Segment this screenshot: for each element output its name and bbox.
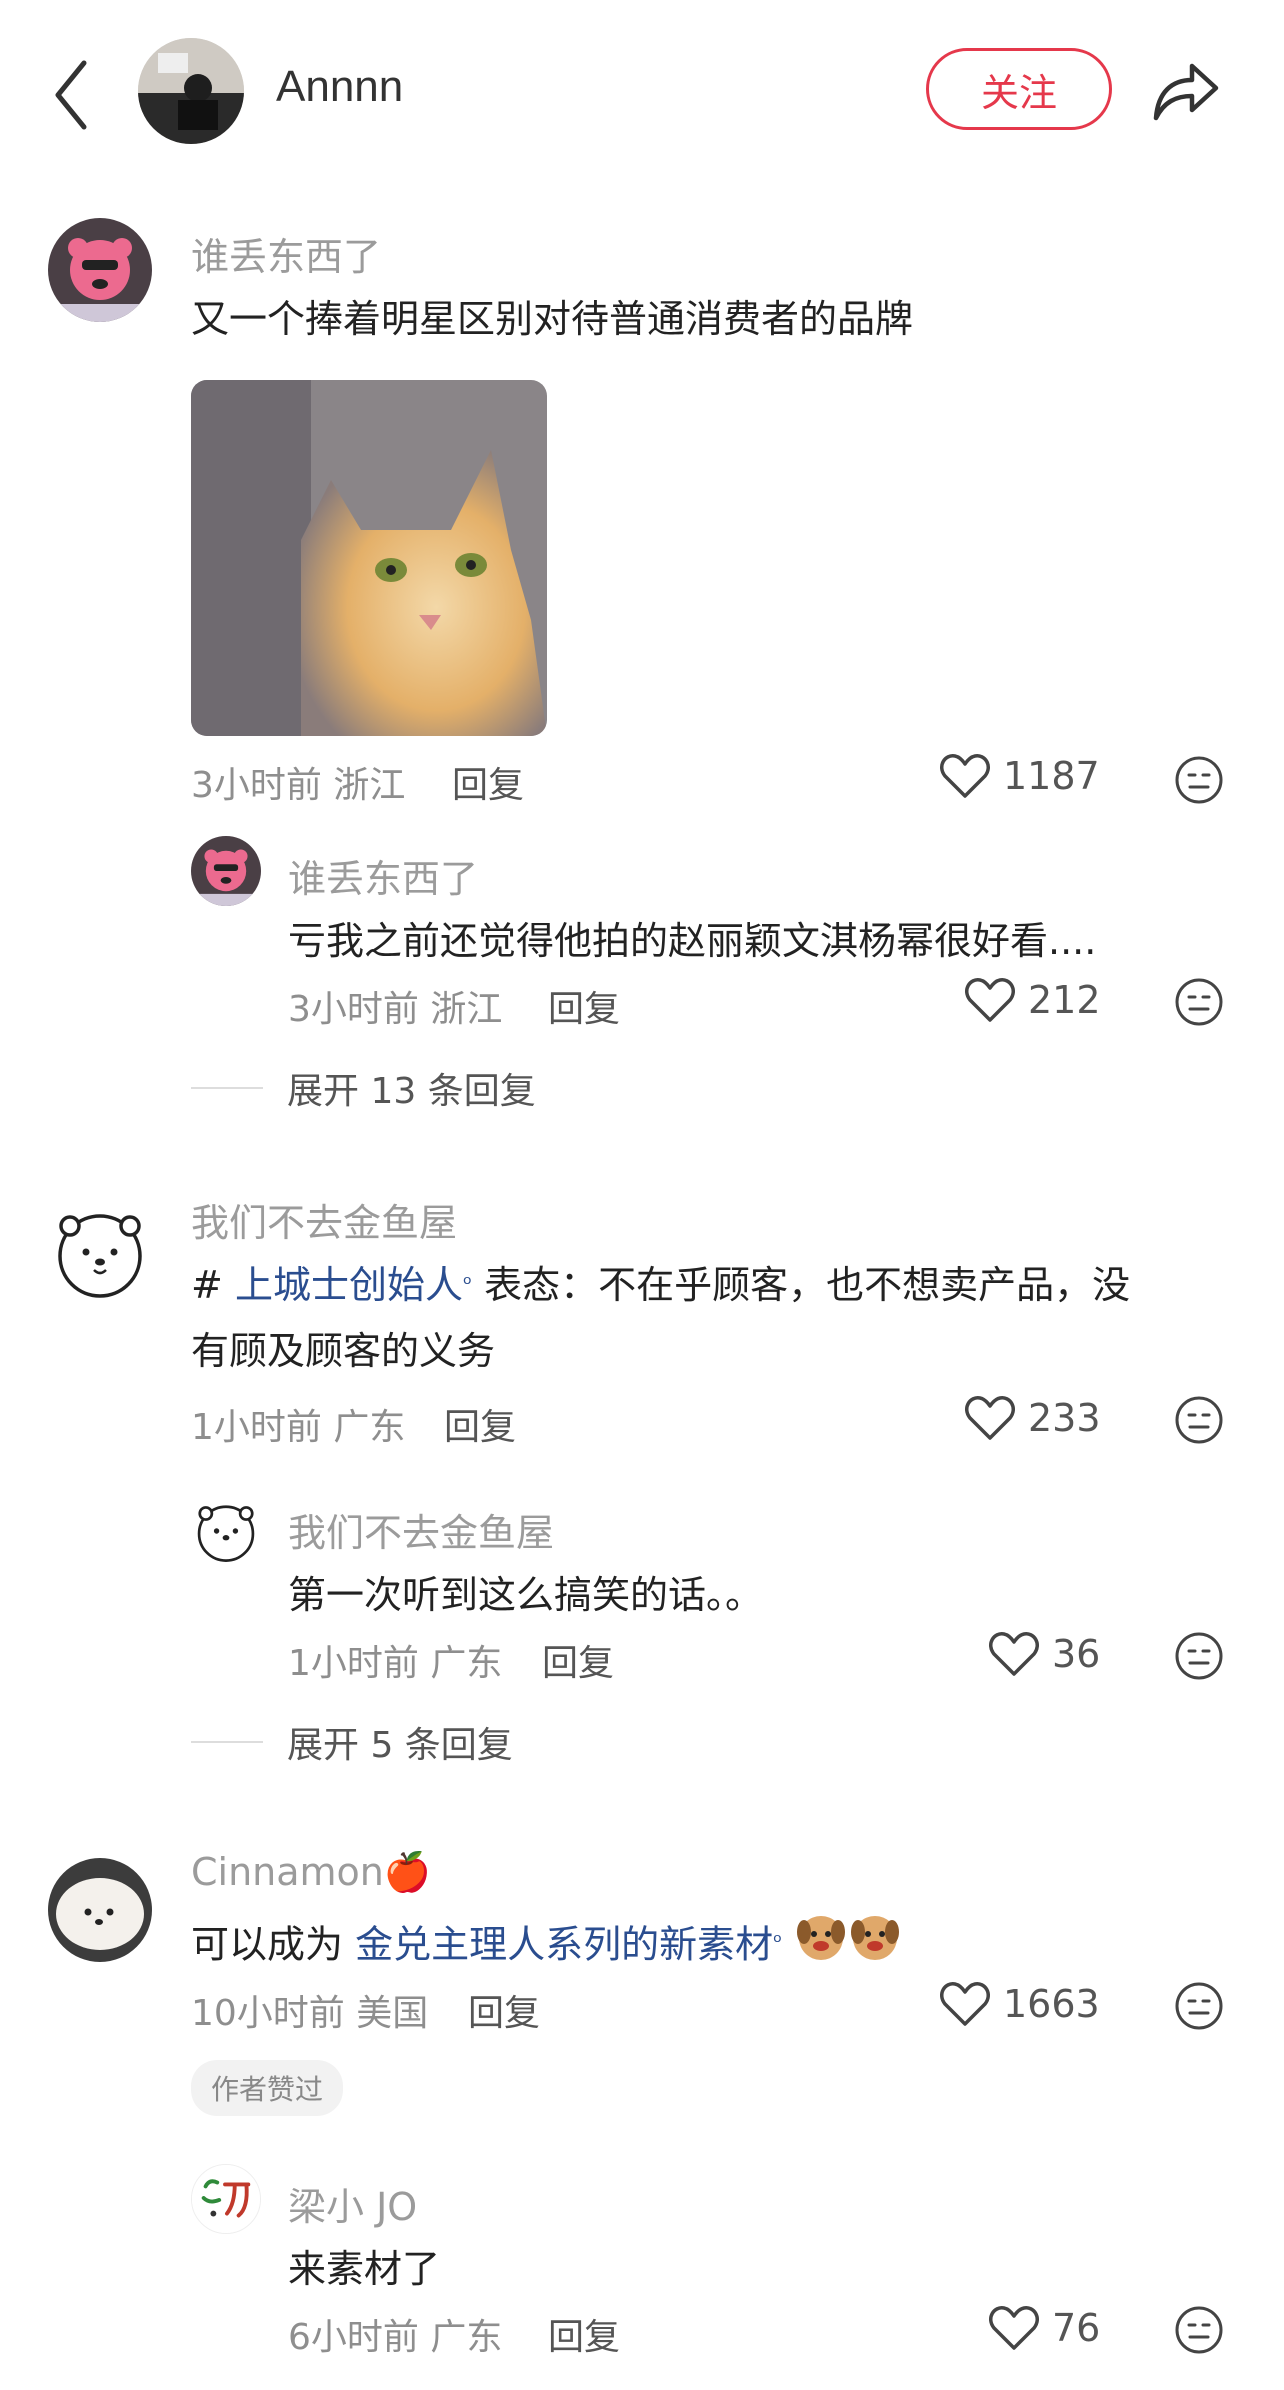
emoji-reaction-icon[interactable] — [1174, 1631, 1224, 1681]
cat-meme-image[interactable] — [191, 380, 547, 736]
comment-location: 美国 — [356, 1993, 429, 2034]
reply-location: 广东 — [430, 2317, 503, 2358]
replier-avatar[interactable] — [191, 836, 261, 906]
like-button[interactable]: 1187 — [939, 752, 1100, 800]
like-count: 1187 — [1003, 754, 1100, 798]
emoji-reaction-icon[interactable] — [1174, 977, 1224, 1027]
reply-location: 广东 — [430, 1643, 503, 1684]
reply-location: 浙江 — [430, 989, 503, 1030]
comment-text: 可以成为 金兑主理人系列的新素材ᵒ — [191, 1910, 902, 1984]
comment-location: 广东 — [333, 1407, 406, 1448]
comment-text-continued: 表态：不在乎顾客，也不想卖产品，没 — [484, 1263, 1131, 1307]
hashtag-symbol: # — [191, 1263, 223, 1307]
comment-time: 1小时前 — [191, 1407, 322, 1448]
topic-link[interactable]: 金兑主理人系列的新素材 — [355, 1923, 773, 1967]
heart-icon — [965, 1396, 1015, 1440]
heart-icon — [965, 978, 1015, 1022]
expand-replies-button[interactable]: 展开 5 条回复 — [191, 1716, 513, 1768]
author-liked-badge: 作者赞过 — [191, 2060, 344, 2116]
like-count: 1663 — [1003, 1982, 1100, 2026]
reply-time: 6小时前 — [288, 2317, 419, 2358]
comment-meta: 3小时前 浙江 — [191, 756, 405, 808]
apple-emoji-icon: 🍎 — [383, 1850, 432, 1894]
reply-meta: 1小时前 广东 — [288, 1634, 502, 1686]
reply-text: 亏我之前还觉得他拍的赵丽颖文淇杨幂很好看.... — [288, 919, 1097, 963]
comment-text-line2: 有顾及顾客的义务 — [191, 1329, 496, 1373]
search-icon: ᵒ — [773, 1930, 783, 1955]
like-button[interactable]: 1663 — [939, 1980, 1100, 2028]
commenter-avatar[interactable] — [48, 218, 152, 322]
like-button[interactable]: 36 — [988, 1630, 1100, 1678]
like-button[interactable]: 76 — [988, 2304, 1100, 2352]
search-icon: ᵒ — [462, 1272, 473, 1297]
reply-meta: 6小时前 广东 — [288, 2308, 502, 2360]
like-count: 76 — [1052, 2306, 1101, 2350]
reply-meta: 3小时前 浙江 — [288, 980, 502, 1032]
reply-button[interactable]: 回复 — [468, 1984, 540, 2036]
divider-line — [191, 1741, 263, 1743]
heart-icon — [989, 1632, 1039, 1676]
comment-time: 3小时前 — [191, 765, 322, 806]
reply-button[interactable]: 回复 — [444, 1398, 516, 1450]
bottom-fade — [0, 2356, 1284, 2390]
replier-name[interactable]: 梁小 JO — [288, 2176, 417, 2231]
commenter-name[interactable]: 我们不去金鱼屋 — [191, 1192, 457, 1247]
replier-name[interactable]: 谁丢东西了 — [288, 848, 478, 903]
heart-icon — [940, 754, 990, 798]
commenter-avatar[interactable] — [48, 1200, 152, 1304]
emoji-reaction-icon[interactable] — [1174, 755, 1224, 805]
emoji-reaction-icon[interactable] — [1174, 2305, 1224, 2355]
heart-icon — [940, 1982, 990, 2026]
replier-name[interactable]: 我们不去金鱼屋 — [288, 1502, 554, 1557]
reply-button[interactable]: 回复 — [548, 2308, 620, 2360]
back-arrow-icon[interactable] — [48, 55, 96, 135]
reply-time: 1小时前 — [288, 1643, 419, 1684]
comment-text: # 上城士创始人ᵒ 表态：不在乎顾客，也不想卖产品，没 — [191, 1252, 1130, 1318]
comment-location: 浙江 — [333, 765, 406, 806]
like-count: 36 — [1052, 1632, 1101, 1676]
reply-time: 3小时前 — [288, 989, 419, 1030]
expand-replies-label: 展开 13 条回复 — [287, 1071, 536, 1112]
dog-emoji-icon — [794, 1910, 902, 1984]
like-count: 212 — [1028, 978, 1101, 1022]
expand-replies-label: 展开 5 条回复 — [287, 1725, 513, 1766]
emoji-reaction-icon[interactable] — [1174, 1981, 1224, 2031]
reply-button[interactable]: 回复 — [542, 1634, 614, 1686]
emoji-reaction-icon[interactable] — [1174, 1395, 1224, 1445]
like-button[interactable]: 212 — [964, 976, 1101, 1024]
comment-text: 又一个捧着明星区别对待普通消费者的品牌 — [191, 297, 914, 341]
like-count: 233 — [1028, 1396, 1101, 1440]
like-button[interactable]: 233 — [964, 1394, 1101, 1442]
comment-time: 10小时前 — [191, 1993, 345, 2034]
comment-text-start: 可以成为 — [191, 1922, 344, 1967]
reply-button[interactable]: 回复 — [452, 756, 524, 808]
comment-meta: 10小时前 美国 — [191, 1984, 428, 2036]
comment-meta: 1小时前 广东 — [191, 1398, 405, 1450]
reply-button[interactable]: 回复 — [548, 980, 620, 1032]
reply-text: 来素材了 — [288, 2247, 441, 2291]
heart-icon — [989, 2306, 1039, 2350]
follow-button[interactable]: 关注 — [926, 48, 1112, 130]
divider-line — [191, 1087, 263, 1089]
commenter-name[interactable]: Cinnamon🍎 — [191, 1850, 431, 1895]
commenter-name-text: Cinnamon — [191, 1850, 384, 1894]
topic-link[interactable]: 上城士创始人 — [235, 1263, 463, 1307]
replier-avatar[interactable] — [191, 1496, 261, 1566]
top-bar: Annnn 关注 — [0, 0, 1284, 180]
reply-text: 第一次听到这么搞笑的话。。 — [288, 1573, 764, 1617]
commenter-name[interactable]: 谁丢东西了 — [191, 226, 381, 281]
replier-avatar[interactable] — [191, 2164, 261, 2234]
author-avatar[interactable] — [138, 38, 244, 144]
share-icon[interactable] — [1150, 56, 1222, 124]
author-name[interactable]: Annnn — [276, 62, 403, 112]
expand-replies-button[interactable]: 展开 13 条回复 — [191, 1062, 536, 1114]
commenter-avatar[interactable] — [48, 1858, 152, 1962]
